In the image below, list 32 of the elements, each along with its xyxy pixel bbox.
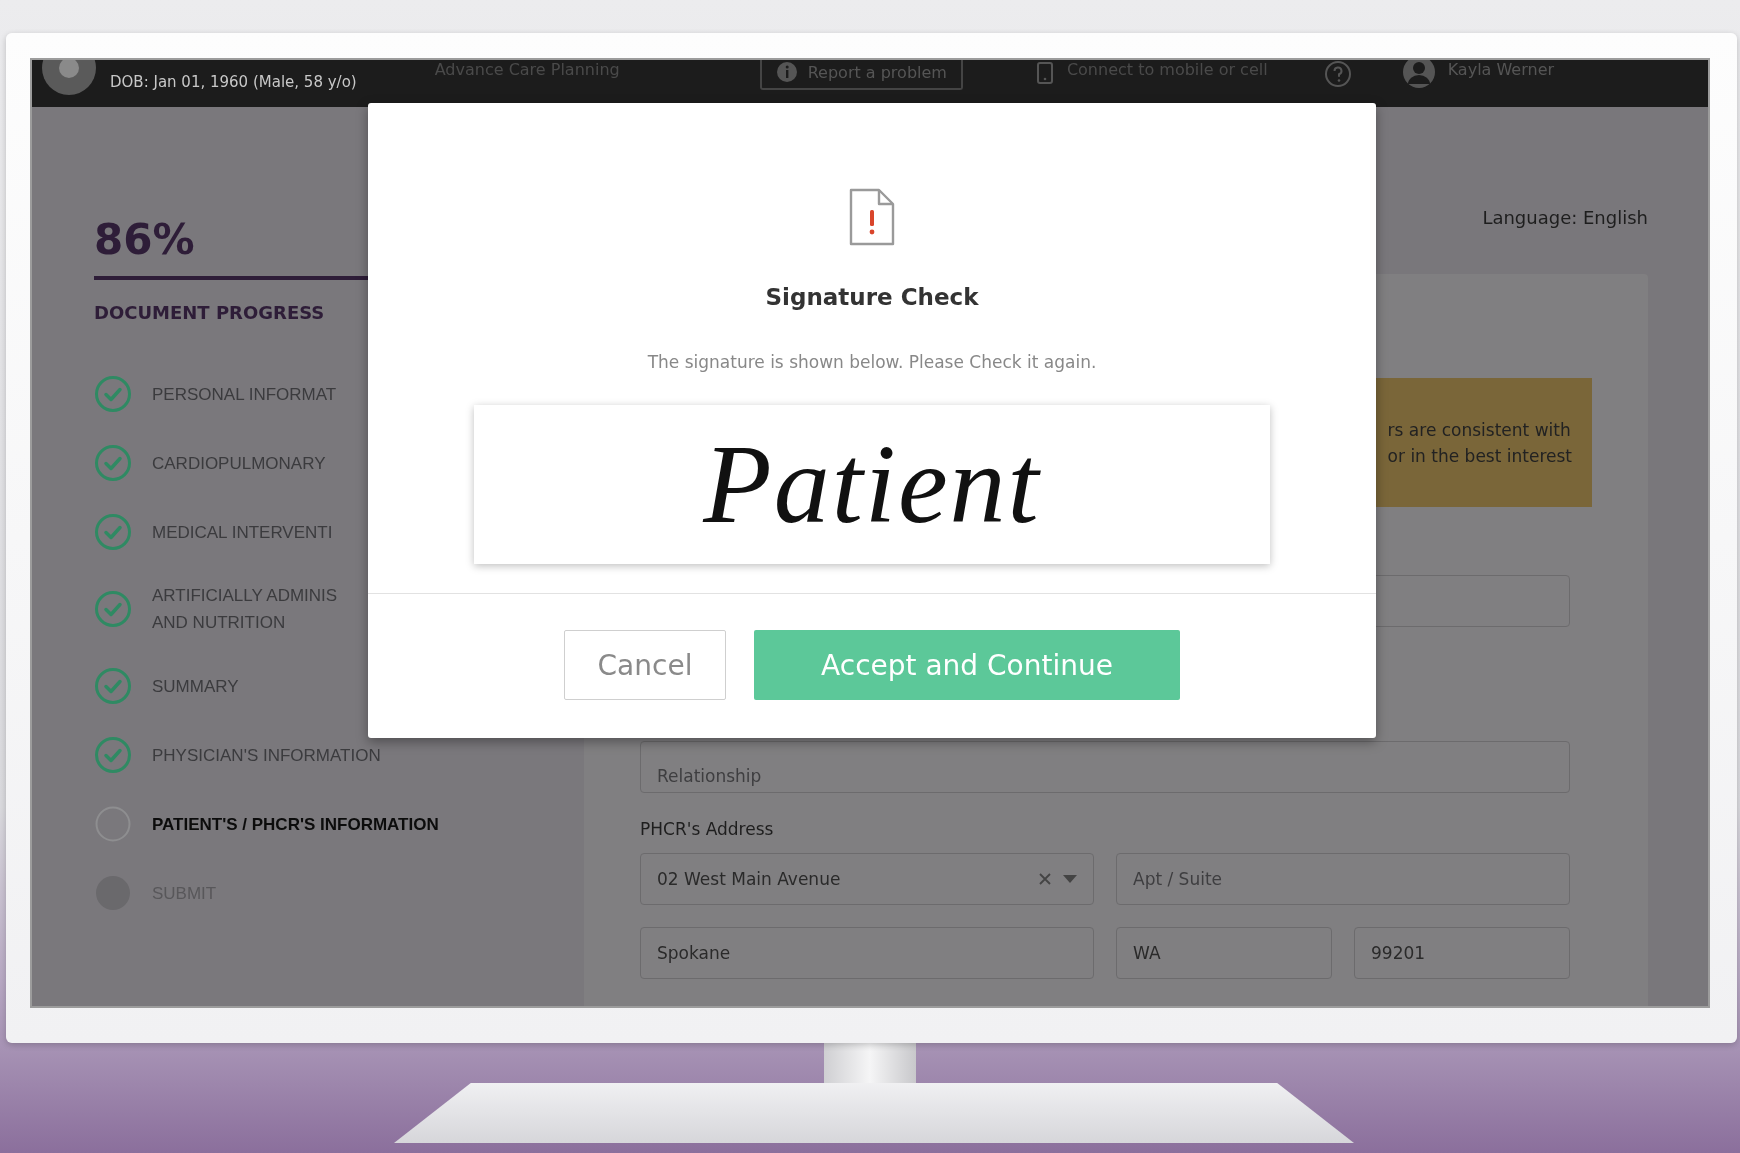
help-icon (1323, 60, 1352, 88)
apt-suite-field[interactable]: Apt / Suite (1116, 853, 1570, 905)
phone-icon (1036, 62, 1053, 84)
progress-step-label: SUMMARY (152, 675, 239, 698)
caret-icon (1063, 875, 1077, 883)
info-icon (775, 61, 798, 83)
cancel-button[interactable]: Cancel (564, 630, 726, 700)
progress-percent: 86% (94, 215, 196, 264)
user-name: Kayla Werner (1447, 60, 1555, 79)
state-field[interactable]: WA (1116, 927, 1332, 979)
street-select[interactable]: 02 West Main Avenue (640, 853, 1094, 905)
warning-text: rs are consistent with or in the best interest (1387, 418, 1572, 468)
signature-text: Patient (703, 421, 1041, 548)
zip-field[interactable]: 99201 (1354, 927, 1570, 979)
language-label: Language: English (1482, 207, 1648, 228)
dialog-message: The signature is shown below. Please Check it again. (647, 352, 1097, 372)
clear-icon (1039, 873, 1051, 885)
dialog-title: Signature Check (765, 284, 979, 310)
document-alert-icon (849, 188, 895, 246)
progress-step-label: CARDIOPULMONARY (152, 452, 326, 475)
progress-heading: DOCUMENT PROGRESS (94, 302, 326, 323)
progress-step-label: PERSONAL INFORMAT (152, 383, 337, 406)
patient-dob: DOB: Jan 01, 1960 (Male, 58 y/o) (110, 73, 357, 91)
progress-step-label: PHYSICIAN'S INFORMATION (152, 744, 381, 767)
accept-button[interactable]: Accept and Continue (754, 630, 1180, 700)
city-field[interactable]: Spokane (640, 927, 1094, 979)
progress-step-label: ARTIFICIALLY ADMINIS AND NUTRITION (152, 585, 338, 634)
report-problem-button[interactable]: Report a problem (759, 60, 963, 90)
progress-step-label: PATIENT'S / PHCR'S INFORMATION (152, 813, 439, 836)
address-label: PHCR's Address (640, 819, 775, 839)
progress-step-label: MEDICAL INTERVENTI (152, 521, 333, 544)
relationship-field[interactable]: Relationship (640, 741, 1570, 793)
